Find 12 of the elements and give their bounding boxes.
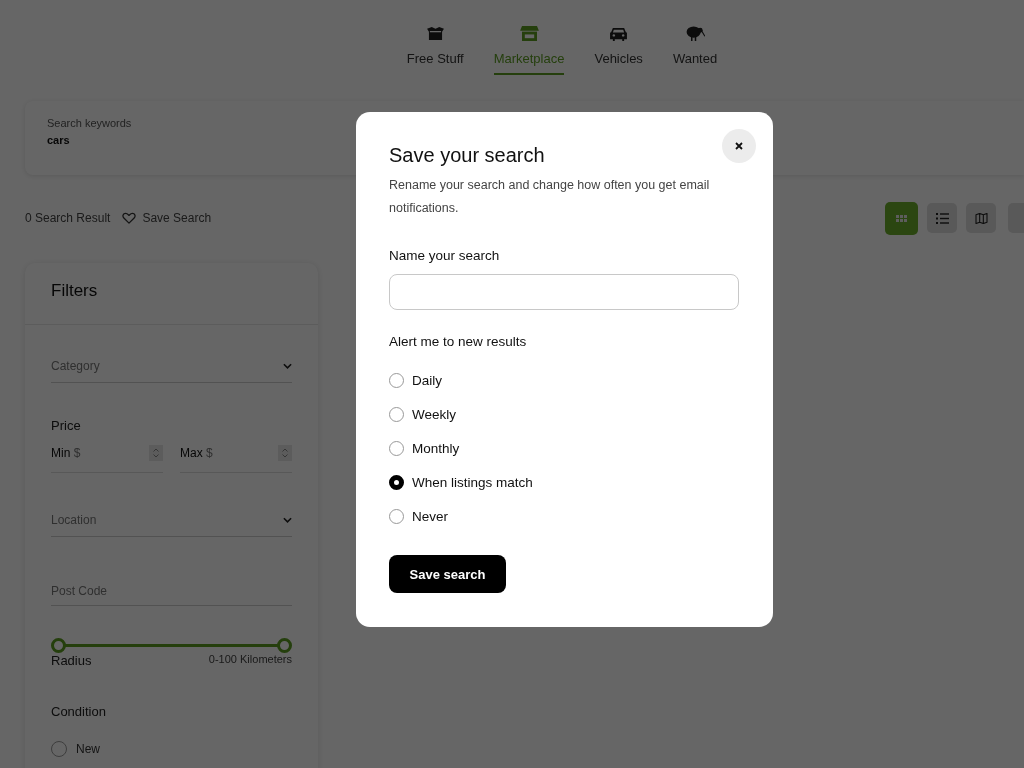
alert-label: Alert me to new results — [389, 334, 527, 349]
field-value: cars — [47, 134, 70, 146]
dialog-title: Save your search — [389, 143, 545, 167]
dialog-description: Rename your search and change how often you get email notifications. — [389, 177, 711, 217]
name-field-label: Name your search — [389, 248, 500, 263]
field-label: Search keywords — [47, 117, 132, 129]
radius-reading: 0-100 Kilometers — [208, 653, 292, 665]
filters-heading: Filters — [51, 281, 98, 300]
result-count: 0 Search Result — [25, 211, 111, 225]
price-label: Price — [51, 418, 82, 433]
radius-label: Radius — [51, 653, 92, 668]
condition-label: Condition — [51, 704, 107, 719]
